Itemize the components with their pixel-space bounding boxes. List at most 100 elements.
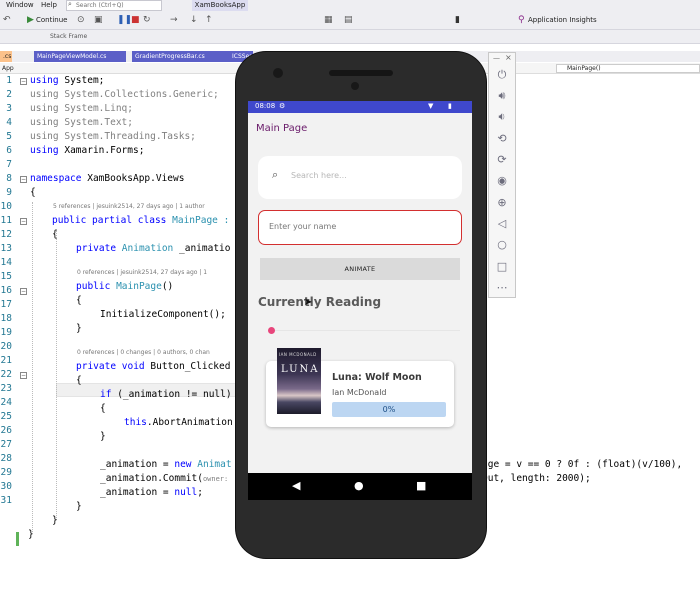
- line-number: 3: [6, 103, 12, 114]
- cover-author: IAN MCDONALD: [279, 352, 317, 357]
- line-number: 24: [0, 397, 12, 408]
- code-line-8: namespace XamBooksApp.Views: [30, 173, 185, 184]
- code-line-23: this.AbortAnimation: [124, 417, 233, 428]
- code-line-3: using System.Linq;: [30, 103, 133, 114]
- code-line-27-right: Out, length: 2000);: [482, 473, 591, 484]
- wifi-icon: ▼: [428, 102, 434, 110]
- vs-app-title: XamBooksApp: [192, 0, 248, 11]
- stop-icon[interactable]: ■: [131, 15, 140, 25]
- code-line-10: public partial class MainPage :: [52, 215, 230, 226]
- step-out-icon[interactable]: ↑: [205, 15, 213, 25]
- line-number: 10: [0, 201, 12, 212]
- tab-current-file[interactable]: .cs: [0, 51, 12, 62]
- line-number: 25: [0, 411, 12, 422]
- code-line-20: {: [76, 375, 82, 386]
- book-card[interactable]: IAN MCDONALD LUNA Luna: Wolf Moon Ian Mc…: [266, 348, 454, 427]
- bookmark-icon[interactable]: ▮: [455, 15, 460, 25]
- vs-menu-bar: Window Help ⌕ Search (Ctrl+Q) XamBooksAp…: [0, 0, 700, 12]
- page-title: Main Page: [256, 123, 308, 134]
- codelens-ctor[interactable]: 0 references | jesuink2514, 27 days ago …: [77, 269, 207, 277]
- overview-icon[interactable]: ■: [416, 479, 426, 492]
- menu-help[interactable]: Help: [41, 1, 57, 9]
- insights-icon[interactable]: ⚲: [518, 15, 525, 25]
- fold-toggle-method[interactable]: −: [20, 372, 27, 379]
- line-number: 22: [0, 369, 12, 380]
- camera-icon[interactable]: ◉: [489, 174, 515, 187]
- nav-member-dropdown[interactable]: MainPage(): [556, 64, 700, 73]
- target-icon[interactable]: ⊙: [77, 15, 85, 25]
- search-input[interactable]: ⌕ Search here...: [258, 156, 462, 199]
- volume-down-icon[interactable]: 🔉︎: [489, 110, 515, 124]
- line-number: 11: [0, 215, 12, 226]
- rotate-right-icon[interactable]: ⟳: [489, 153, 515, 166]
- book-progress-bar: 0%: [332, 402, 446, 417]
- vs-search-placeholder: Search (Ctrl+Q): [76, 2, 124, 9]
- code-line-24: }: [100, 431, 106, 442]
- stack-frame-bar: Stack Frame: [0, 30, 700, 44]
- line-number: 23: [0, 383, 12, 394]
- vs-debug-toolbar: ↶ ▶ Continue ⊙ ▣ ❚❚ ■ ↻ → ↓ ↑ ▦ ▤ ▮ ⚲ Ap…: [0, 12, 700, 30]
- fold-toggle-namespace[interactable]: −: [20, 176, 27, 183]
- vs-search-input[interactable]: ⌕ Search (Ctrl+Q): [66, 0, 162, 11]
- codelens-class[interactable]: 5 references | jesuink2514, 27 days ago …: [53, 203, 205, 211]
- status-time: 08:08: [255, 102, 276, 110]
- undo-icon[interactable]: ↶: [3, 15, 11, 25]
- nav-project[interactable]: App: [2, 65, 14, 72]
- code-line-12: private Animation _animatio: [76, 243, 231, 254]
- back-icon[interactable]: ◀: [292, 479, 300, 492]
- fold-toggle-using[interactable]: −: [20, 78, 27, 85]
- volume-up-icon[interactable]: 🔊︎: [489, 89, 515, 103]
- tool-icon-2[interactable]: ▤: [344, 15, 353, 25]
- step-into-icon[interactable]: ↓: [190, 15, 198, 25]
- code-line-19: private void Button_Clicked: [76, 361, 231, 372]
- more-icon[interactable]: ⋯: [489, 281, 515, 294]
- book-title: Luna: Wolf Moon: [332, 372, 422, 383]
- stack-frame-label[interactable]: Stack Frame: [50, 33, 87, 40]
- rotate-left-icon[interactable]: ⟲: [489, 132, 515, 145]
- animate-button[interactable]: ANIMATE: [260, 258, 460, 280]
- home-icon[interactable]: ○: [489, 238, 515, 251]
- step-over-icon[interactable]: →: [170, 15, 178, 25]
- tab-mainpageviewmodel[interactable]: MainPageViewModel.cs: [34, 51, 126, 62]
- close-icon[interactable]: ×: [505, 53, 512, 62]
- restart-icon[interactable]: ↻: [143, 15, 151, 25]
- overview-icon[interactable]: □: [489, 260, 515, 273]
- back-icon[interactable]: ◁: [489, 217, 515, 230]
- code-line-27: _animation.Commit(owner:: [100, 473, 229, 484]
- line-number: 2: [6, 89, 12, 100]
- line-number: 28: [0, 453, 12, 464]
- tool-icon[interactable]: ▦: [324, 15, 333, 25]
- name-placeholder: Enter your name: [269, 222, 337, 231]
- front-camera: [273, 68, 283, 78]
- home-icon[interactable]: ●: [354, 479, 364, 492]
- settings-icon: ⚙: [279, 102, 286, 110]
- code-line-31: }: [28, 529, 34, 540]
- emulator-toolbar: — × ⏻ 🔊︎ 🔉︎ ⟲ ⟳ ◉ ⊕ ◁ ○ □ ⋯: [488, 52, 516, 298]
- fold-toggle-class[interactable]: −: [20, 218, 27, 225]
- battery-icon: ▮: [448, 102, 452, 110]
- codelens-method[interactable]: 0 references | 0 changes | 0 authors, 0 …: [77, 349, 210, 357]
- tab-gradientprogressbar[interactable]: GradientProgressBar.cs: [132, 51, 230, 62]
- progress-track: [275, 330, 460, 331]
- menu-window[interactable]: Window: [6, 1, 34, 9]
- status-bar: 08:08 ⚙ ▼ ▮: [248, 101, 472, 113]
- nav-member-label: MainPage(): [567, 65, 601, 72]
- line-number: 14: [0, 257, 12, 268]
- power-icon[interactable]: ⏻: [489, 68, 515, 82]
- fold-toggle-ctor[interactable]: −: [20, 288, 27, 295]
- window-icon[interactable]: ▣: [94, 15, 103, 25]
- pause-icon[interactable]: ❚❚: [117, 15, 132, 25]
- minimize-icon[interactable]: —: [493, 54, 500, 62]
- continue-button[interactable]: Continue: [36, 16, 67, 24]
- play-icon[interactable]: ▶: [27, 15, 34, 25]
- code-line-28: _animation = null;: [100, 487, 203, 498]
- indent-guide: [56, 230, 57, 520]
- code-line-16: InitializeComponent();: [100, 309, 226, 320]
- line-number: 18: [0, 313, 12, 324]
- insights-dropdown[interactable]: Application Insights: [528, 16, 597, 24]
- code-line-14: public MainPage(): [76, 281, 174, 292]
- line-number: 4: [6, 117, 12, 128]
- name-entry-field[interactable]: Enter your name: [258, 210, 462, 245]
- zoom-icon[interactable]: ⊕: [489, 196, 515, 209]
- code-line-4: using System.Text;: [30, 117, 133, 128]
